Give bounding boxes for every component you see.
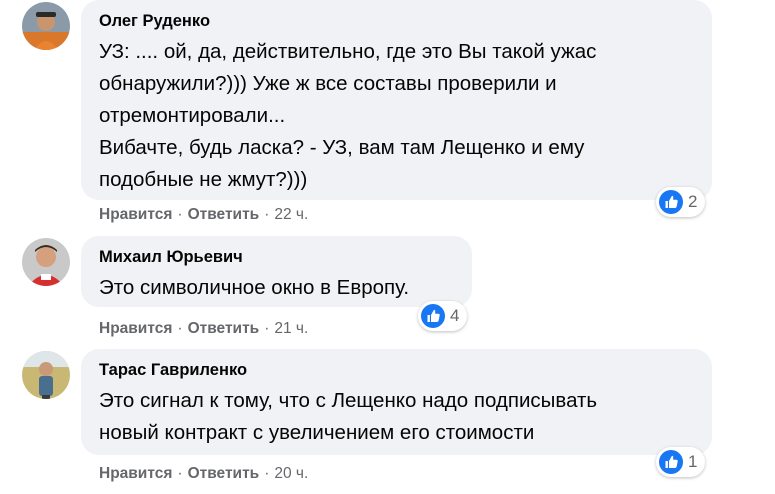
- separator-dot: ·: [177, 465, 183, 482]
- like-icon: [421, 304, 445, 328]
- avatar-photo: [22, 351, 70, 399]
- comment-text: УЗ: .... ой, да, действительно, где это …: [99, 36, 694, 196]
- reply-button[interactable]: Ответить: [188, 206, 260, 223]
- timestamp[interactable]: 21 ч.: [274, 320, 308, 337]
- like-icon: [659, 190, 683, 214]
- comment-item: Тарас Гавриленко Это сигнал к тому, что …: [0, 349, 775, 494]
- comment-author[interactable]: Олег Руденко: [99, 10, 694, 32]
- avatar[interactable]: [22, 351, 70, 399]
- reaction-count: 1: [688, 452, 698, 471]
- reaction-count: 4: [450, 306, 460, 325]
- timestamp[interactable]: 22 ч.: [274, 206, 308, 223]
- comment-text-line: подобные не жмут?))): [99, 168, 308, 191]
- comment-item: Олег Руденко УЗ: .... ой, да, действител…: [0, 0, 775, 230]
- comment-item: Михаил Юрьевич Это символичное окно в Ев…: [0, 236, 775, 346]
- reaction-summary[interactable]: 4: [418, 301, 468, 331]
- avatar[interactable]: [22, 2, 70, 50]
- like-button[interactable]: Нравится: [99, 465, 172, 482]
- like-icon: [659, 450, 683, 474]
- avatar[interactable]: [22, 238, 70, 286]
- comment-actions: Нравится · Ответить · 21 ч.: [99, 319, 308, 339]
- comment-text-line: Вибачте, будь ласка? - УЗ, вам там Лещен…: [99, 136, 585, 159]
- avatar-photo: [22, 2, 70, 50]
- comment-text-line: новый контракт с увеличением его стоимос…: [99, 421, 535, 444]
- comment-text: Это сигнал к тому, что с Лещенко надо по…: [99, 385, 694, 449]
- comment-actions: Нравится · Ответить · 22 ч.: [99, 205, 308, 225]
- like-button[interactable]: Нравится: [99, 320, 172, 337]
- separator-dot: ·: [264, 465, 270, 482]
- separator-dot: ·: [177, 320, 183, 337]
- comment-bubble: Михаил Юрьевич Это символичное окно в Ев…: [81, 236, 472, 307]
- comment-author[interactable]: Тарас Гавриленко: [99, 359, 694, 381]
- separator-dot: ·: [264, 206, 270, 223]
- reaction-summary[interactable]: 1: [656, 447, 706, 477]
- comment-text-line: УЗ: .... ой, да, действительно, где это …: [99, 40, 597, 63]
- reply-button[interactable]: Ответить: [188, 465, 260, 482]
- comment-text: Это символичное окно в Европу.: [99, 272, 454, 304]
- comment-text-line: Это сигнал к тому, что с Лещенко надо по…: [99, 389, 598, 412]
- comment-bubble: Олег Руденко УЗ: .... ой, да, действител…: [81, 0, 712, 200]
- reply-button[interactable]: Ответить: [188, 320, 260, 337]
- comment-actions: Нравится · Ответить · 20 ч.: [99, 464, 308, 484]
- like-button[interactable]: Нравится: [99, 206, 172, 223]
- comment-text-line: отремонтировали...: [99, 104, 286, 127]
- separator-dot: ·: [264, 320, 270, 337]
- avatar-photo: [22, 238, 70, 286]
- reaction-count: 2: [688, 192, 698, 211]
- comment-text-line: Это символичное окно в Европу.: [99, 276, 410, 299]
- reaction-summary[interactable]: 2: [656, 187, 706, 217]
- timestamp[interactable]: 20 ч.: [274, 465, 308, 482]
- separator-dot: ·: [177, 206, 183, 223]
- comment-author[interactable]: Михаил Юрьевич: [99, 246, 454, 268]
- comment-text-line: обнаружили?))) Уже ж все составы провери…: [99, 72, 557, 95]
- comment-bubble: Тарас Гавриленко Это сигнал к тому, что …: [81, 349, 712, 455]
